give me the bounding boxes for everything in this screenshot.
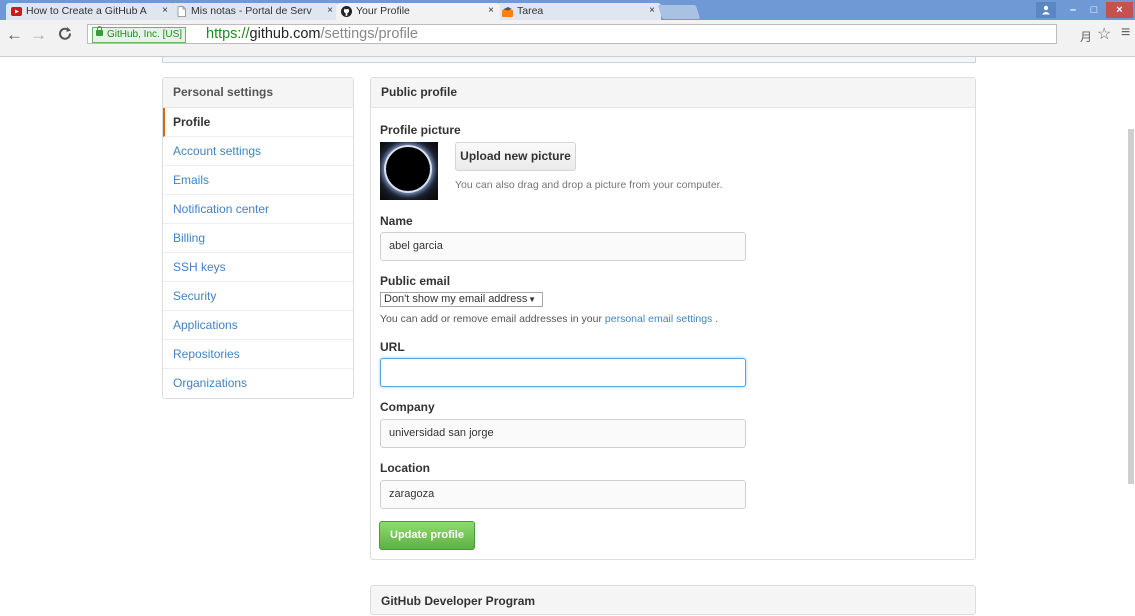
reload-icon[interactable] bbox=[58, 26, 72, 46]
page-icon bbox=[177, 6, 186, 17]
moodle-icon bbox=[502, 7, 513, 17]
url-host: github.com bbox=[249, 26, 321, 42]
menu-icon[interactable]: ≡ bbox=[1121, 24, 1130, 42]
github-icon bbox=[341, 6, 352, 17]
forward-arrow-icon[interactable]: → bbox=[30, 25, 47, 45]
tab-title: Tarea bbox=[517, 5, 544, 17]
maximize-button[interactable]: □ bbox=[1083, 2, 1105, 18]
sidebar-item-security[interactable]: Security bbox=[163, 282, 353, 311]
url-label: URL bbox=[380, 340, 405, 354]
url-input[interactable] bbox=[380, 358, 746, 387]
location-label: Location bbox=[380, 461, 430, 475]
email-hint-text: You can add or remove email addresses in… bbox=[380, 313, 602, 325]
panel-heading: Public profile bbox=[371, 78, 975, 108]
browser-toolbar: ← → GitHub, Inc. [US] https://github.com… bbox=[0, 20, 1135, 57]
email-hint-suffix: . bbox=[715, 313, 719, 325]
email-hint: You can add or remove email addresses in… bbox=[380, 313, 718, 325]
lock-icon bbox=[96, 26, 103, 36]
sidebar-item-ssh-keys[interactable]: SSH keys bbox=[163, 253, 353, 282]
close-window-button[interactable]: × bbox=[1106, 2, 1133, 18]
name-input[interactable]: abel garcia bbox=[380, 232, 746, 261]
url-path: /settings/profile bbox=[320, 26, 418, 42]
address-bar[interactable]: GitHub, Inc. [US] https://github.com/set… bbox=[87, 24, 1057, 44]
minimize-button[interactable]: – bbox=[1062, 2, 1084, 18]
url-scheme: https:// bbox=[206, 26, 250, 42]
location-input[interactable]: zaragoza bbox=[380, 480, 746, 509]
public-email-label: Public email bbox=[380, 274, 451, 288]
tab-title: How to Create a GitHub A bbox=[26, 5, 147, 17]
tab-your-profile[interactable]: Your Profile × bbox=[336, 3, 500, 21]
secure-label: GitHub, Inc. [US] bbox=[107, 29, 183, 40]
company-input[interactable]: universidad san jorge bbox=[380, 419, 746, 448]
personal-email-settings-link[interactable]: personal email settings bbox=[605, 313, 712, 325]
profile-picture-label: Profile picture bbox=[380, 123, 461, 137]
sidebar-item-account-settings[interactable]: Account settings bbox=[163, 137, 353, 166]
update-profile-button[interactable]: Update profile bbox=[379, 521, 475, 550]
tab-close-icon[interactable]: × bbox=[325, 5, 333, 16]
sidebar-item-notification-center[interactable]: Notification center bbox=[163, 195, 353, 224]
sidebar-heading: Personal settings bbox=[163, 78, 353, 108]
settings-sidebar: Personal settings Profile Account settin… bbox=[162, 77, 354, 399]
public-profile-panel: Public profile Profile picture Upload ne… bbox=[370, 77, 976, 560]
tab-close-icon[interactable]: × bbox=[486, 5, 494, 16]
sidebar-item-applications[interactable]: Applications bbox=[163, 311, 353, 340]
sidebar-item-repositories[interactable]: Repositories bbox=[163, 340, 353, 369]
user-profile-icon[interactable] bbox=[1036, 2, 1056, 18]
tab-mis-notas[interactable]: Mis notas - Portal de Serv × bbox=[171, 3, 339, 20]
tab-close-icon[interactable]: × bbox=[647, 5, 655, 16]
secure-badge[interactable]: GitHub, Inc. [US] bbox=[92, 26, 187, 43]
upload-hint: You can also drag and drop a picture fro… bbox=[455, 179, 723, 191]
eclipse-image bbox=[386, 147, 430, 191]
sidebar-item-profile[interactable]: Profile bbox=[163, 108, 353, 137]
scrollbar-thumb[interactable] bbox=[1128, 129, 1134, 484]
public-email-select[interactable]: Don't show my email address ▼ bbox=[380, 292, 543, 307]
new-tab-button[interactable] bbox=[657, 5, 701, 19]
dropdown-arrow-icon: ▼ bbox=[528, 295, 536, 304]
url-text[interactable]: https://github.com/settings/profile bbox=[206, 25, 418, 43]
avatar bbox=[380, 142, 438, 200]
tab-how-to-create-github[interactable]: How to Create a GitHub A × bbox=[6, 3, 174, 20]
tab-title: Your Profile bbox=[356, 5, 410, 17]
tab-close-icon[interactable]: × bbox=[160, 5, 168, 16]
back-arrow-icon[interactable]: ← bbox=[6, 25, 23, 45]
bookmark-star-icon[interactable]: ☆ bbox=[1097, 24, 1111, 44]
company-label: Company bbox=[380, 400, 435, 414]
public-email-selected: Don't show my email address bbox=[384, 293, 528, 305]
tab-tarea[interactable]: Tarea × bbox=[497, 3, 661, 20]
youtube-icon bbox=[11, 7, 22, 16]
flash-banner-edge bbox=[162, 57, 976, 63]
sidebar-item-billing[interactable]: Billing bbox=[163, 224, 353, 253]
sidebar-item-organizations[interactable]: Organizations bbox=[163, 369, 353, 398]
developer-program-heading: GitHub Developer Program bbox=[381, 594, 536, 608]
developer-program-panel: GitHub Developer Program bbox=[370, 585, 976, 615]
upload-picture-button[interactable]: Upload new picture bbox=[455, 142, 576, 171]
scrollbar[interactable] bbox=[1127, 57, 1135, 607]
browser-titlebar: How to Create a GitHub A × Mis notas - P… bbox=[0, 0, 1135, 21]
translate-icon[interactable]: 月 bbox=[1080, 28, 1092, 45]
sidebar-item-emails[interactable]: Emails bbox=[163, 166, 353, 195]
name-label: Name bbox=[380, 214, 413, 228]
tab-title: Mis notas - Portal de Serv bbox=[191, 5, 312, 17]
